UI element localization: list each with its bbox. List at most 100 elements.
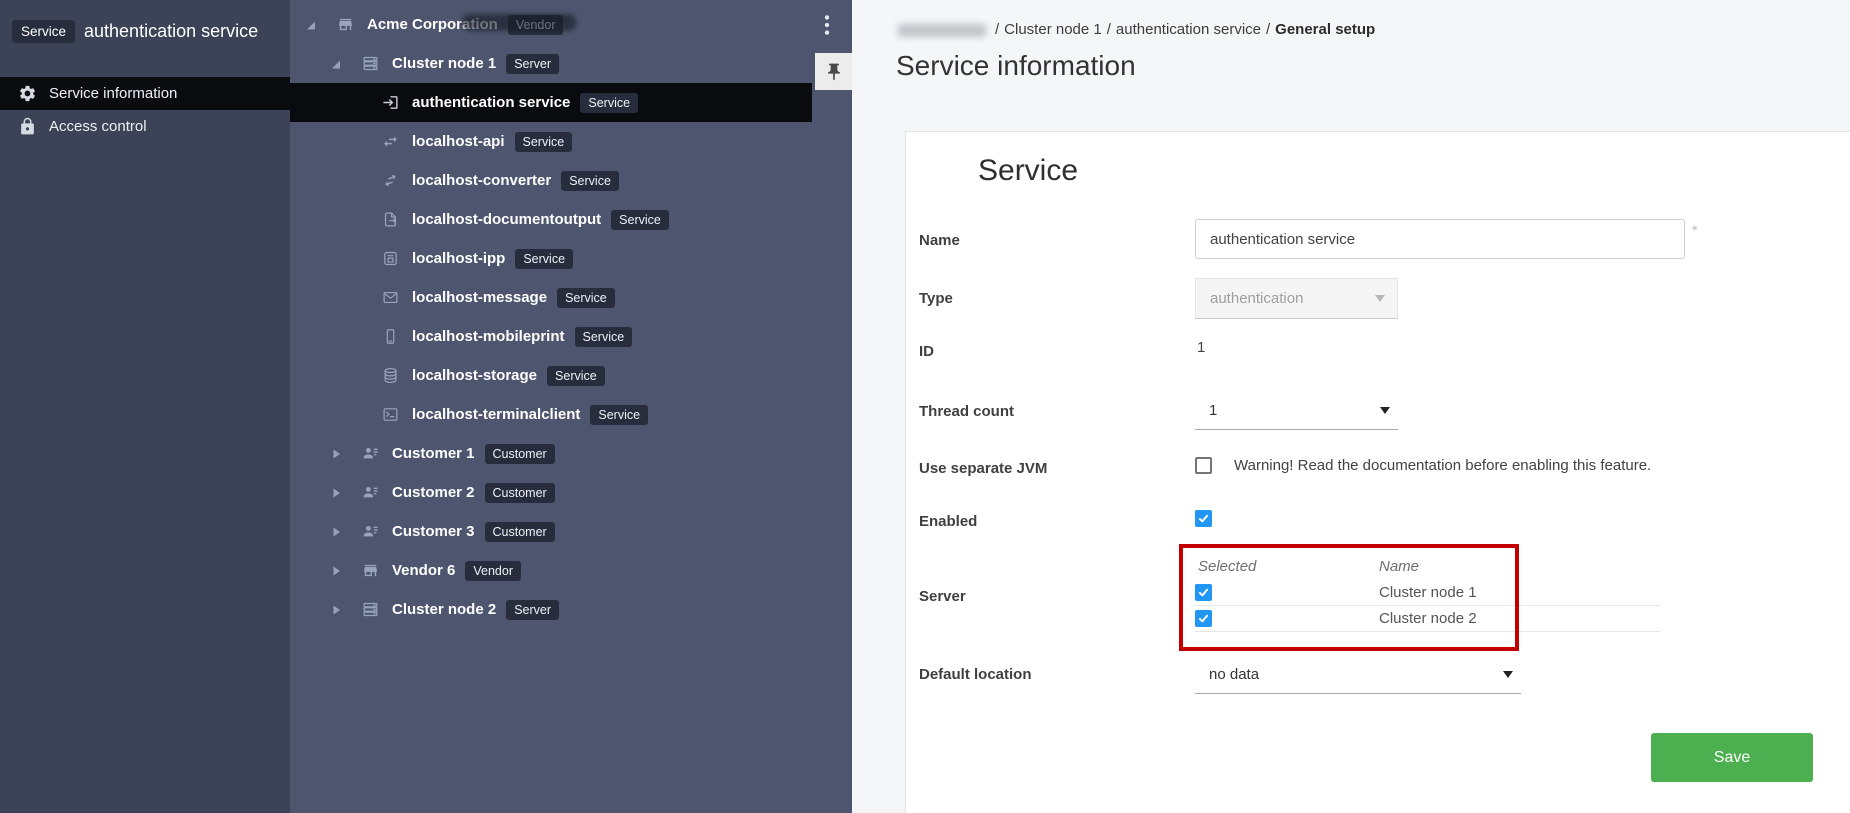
save-button[interactable]: Save: [1651, 733, 1813, 782]
terminal-icon: [382, 406, 399, 423]
tree-item-label: localhost-terminalclient: [412, 406, 580, 423]
tree-item-type-badge: Vendor: [465, 561, 521, 581]
expand-arrow-icon[interactable]: [330, 526, 346, 538]
tree-item-label: Customer 2: [392, 484, 475, 501]
convert-arrows-icon: [382, 172, 399, 189]
breadcrumb-separator: /: [995, 21, 999, 38]
required-marker: *: [1692, 222, 1697, 238]
app-sidebar: Service authentication service Service i…: [0, 0, 290, 813]
tree-item[interactable]: localhost-api Service: [290, 122, 852, 161]
tree-item[interactable]: Vendor 6 Vendor: [290, 551, 852, 590]
tree-item[interactable]: Customer 1 Customer: [290, 434, 852, 473]
tree-item-label: Customer 3: [392, 523, 475, 540]
swap-arrows-icon: [382, 133, 399, 150]
storefront-icon: [337, 16, 354, 33]
service-type-badge: Service: [12, 20, 75, 43]
gear-icon: [18, 84, 37, 103]
tree-item[interactable]: localhost-documentoutput Service: [290, 200, 852, 239]
tree-item-type-badge: Customer: [485, 483, 555, 503]
printer-icon: [382, 250, 399, 267]
selected-column-header: Selected: [1195, 558, 1379, 575]
tree-item[interactable]: Cluster node 2 Server: [290, 590, 852, 629]
page-title: Service information: [896, 50, 1136, 82]
main-content: / Cluster node 1 / authentication service / G…: [852, 0, 1850, 813]
type-select: authentication: [1195, 278, 1398, 319]
tree-item-type-badge: Service: [590, 405, 648, 425]
tree-item-label: localhost-documentoutput: [412, 211, 601, 228]
server-selected-checkbox[interactable]: [1195, 610, 1212, 627]
expand-arrow-icon[interactable]: [330, 604, 346, 616]
thread-count-select[interactable]: 1: [1195, 392, 1398, 430]
enabled-checkbox[interactable]: [1195, 510, 1212, 527]
server-table: Selected Name Cluster node 1 Cluster nod…: [1195, 553, 1661, 632]
tree-item[interactable]: Customer 2 Customer: [290, 473, 852, 512]
chevron-down-icon: [1503, 671, 1513, 678]
use-separate-jvm-checkbox[interactable]: [1195, 457, 1212, 474]
tree-item[interactable]: authentication service Service: [290, 83, 812, 122]
tree-item[interactable]: Cluster node 1 Server: [290, 44, 852, 83]
customer-icon: [362, 523, 379, 540]
breadcrumb-item: General setup: [1275, 21, 1375, 38]
tree-item[interactable]: localhost-ipp Service: [290, 239, 852, 278]
tree-item-label: localhost-ipp: [412, 250, 505, 267]
server-icon: [362, 55, 379, 72]
name-column-header: Name: [1379, 558, 1419, 575]
breadcrumb-separator: /: [1107, 21, 1111, 38]
tree-item-label: localhost-api: [412, 133, 505, 150]
tree-item[interactable]: Acme Corporation Vendor: [290, 5, 852, 44]
tree-item[interactable]: localhost-message Service: [290, 278, 852, 317]
tree: Acme Corporation Vendor Cluster node 1 S…: [290, 5, 852, 629]
tree-item[interactable]: localhost-mobileprint Service: [290, 317, 852, 356]
tree-item[interactable]: localhost-storage Service: [290, 356, 852, 395]
tree-item-type-badge: Server: [506, 600, 559, 620]
tree-item-type-badge: Service: [547, 366, 605, 386]
server-icon: [362, 601, 379, 618]
use-separate-jvm-label: Use separate JVM: [919, 460, 1047, 477]
tree-item[interactable]: Customer 3 Customer: [290, 512, 852, 551]
tree-item-type-badge: Service: [580, 93, 638, 113]
tree-item-label: Vendor 6: [392, 562, 455, 579]
tree-item-label: localhost-mobileprint: [412, 328, 565, 345]
tree-item[interactable]: localhost-converter Service: [290, 161, 852, 200]
tree-item[interactable]: localhost-terminalclient Service: [290, 395, 852, 434]
tree-item-type-badge: Service: [515, 132, 573, 152]
card-heading: Service: [978, 154, 1078, 188]
jvm-warning-text: Warning! Read the documentation before e…: [1234, 457, 1651, 474]
tree-item-type-badge: Vendor: [508, 15, 564, 35]
sidebar-header: Service authentication service: [0, 0, 290, 62]
service-form-card: Service Name * Type authentication ID 1 …: [905, 131, 1850, 813]
tree-item-label: authentication service: [412, 94, 570, 111]
expand-arrow-icon[interactable]: [330, 58, 346, 70]
server-table-row: Cluster node 1: [1195, 580, 1661, 606]
expand-arrow-icon[interactable]: [330, 487, 346, 499]
tree-item-type-badge: Service: [557, 288, 615, 308]
server-selected-checkbox[interactable]: [1195, 584, 1212, 601]
tree-item-type-badge: Customer: [485, 444, 555, 464]
breadcrumb-item[interactable]: Cluster node 1: [1004, 21, 1102, 38]
sidebar-nav: Service information Access control: [0, 77, 290, 143]
expand-arrow-icon[interactable]: [330, 448, 346, 460]
breadcrumb-item-redacted: [898, 24, 986, 37]
server-label: Server: [919, 588, 966, 605]
server-table-body: Cluster node 1 Cluster node 2: [1195, 580, 1661, 632]
use-separate-jvm-row: Warning! Read the documentation before e…: [1195, 457, 1651, 474]
tree-item-type-badge: Service: [561, 171, 619, 191]
default-location-select[interactable]: no data: [1195, 656, 1521, 694]
breadcrumb-separator: /: [1266, 21, 1270, 38]
server-table-header: Selected Name: [1195, 553, 1661, 580]
sidebar-item-service-information[interactable]: Service information: [0, 77, 290, 110]
storefront-icon: [362, 562, 379, 579]
tree-item-type-badge: Server: [506, 54, 559, 74]
tree-item-type-badge: Customer: [485, 522, 555, 542]
login-arrow-icon: [382, 94, 399, 111]
tree-item-label: Acme Corporation: [367, 16, 498, 33]
breadcrumb-item[interactable]: authentication service: [1116, 21, 1261, 38]
default-location-label: Default location: [919, 666, 1032, 683]
name-input[interactable]: [1195, 219, 1685, 259]
server-name-cell: Cluster node 2: [1379, 610, 1477, 627]
sidebar-item-access-control[interactable]: Access control: [0, 110, 290, 143]
lock-icon: [18, 117, 37, 136]
expand-arrow-icon[interactable]: [330, 565, 346, 577]
expand-arrow-icon[interactable]: [305, 19, 321, 31]
breadcrumb: / Cluster node 1 / authentication service / G…: [898, 21, 1375, 38]
